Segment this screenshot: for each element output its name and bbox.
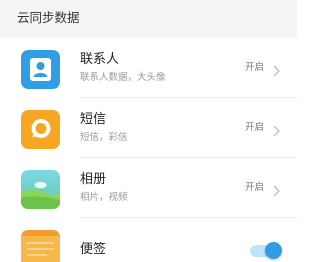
- sync-toggle[interactable]: [250, 242, 282, 260]
- sync-item-subtitle: 联系人数据，大头像: [80, 72, 166, 83]
- toggle-knob: [265, 242, 282, 259]
- notes-icon: [21, 230, 60, 262]
- sync-status: 开启: [244, 62, 264, 73]
- sync-item-subtitle: 相片，视频: [80, 192, 128, 203]
- section-title: 云同步数据: [17, 10, 80, 25]
- sync-item-title: 相册: [80, 172, 107, 187]
- sync-status: 开启: [244, 182, 264, 193]
- sync-item-gallery[interactable]: 相册 相片，视频 开启: [0, 158, 297, 218]
- section-header: 云同步数据: [0, 0, 297, 38]
- sync-item-contacts[interactable]: 联系人 联系人数据，大头像 开启: [0, 38, 297, 98]
- sync-item-messages[interactable]: 短信 短信，彩信 开启: [0, 98, 297, 158]
- sync-status: 开启: [244, 122, 264, 133]
- sync-item-title: 联系人: [80, 52, 120, 67]
- chevron-right-icon: [273, 62, 280, 77]
- chevron-right-icon: [273, 182, 280, 197]
- sync-item-title: 便签: [80, 242, 107, 257]
- sync-item-subtitle: 短信，彩信: [80, 132, 128, 143]
- sync-item-title: 短信: [80, 112, 107, 127]
- messages-icon: [21, 110, 60, 149]
- chevron-right-icon: [273, 122, 280, 137]
- contacts-icon: [21, 50, 60, 89]
- gallery-icon: [21, 170, 60, 209]
- sync-item-notes[interactable]: 便签: [0, 218, 297, 262]
